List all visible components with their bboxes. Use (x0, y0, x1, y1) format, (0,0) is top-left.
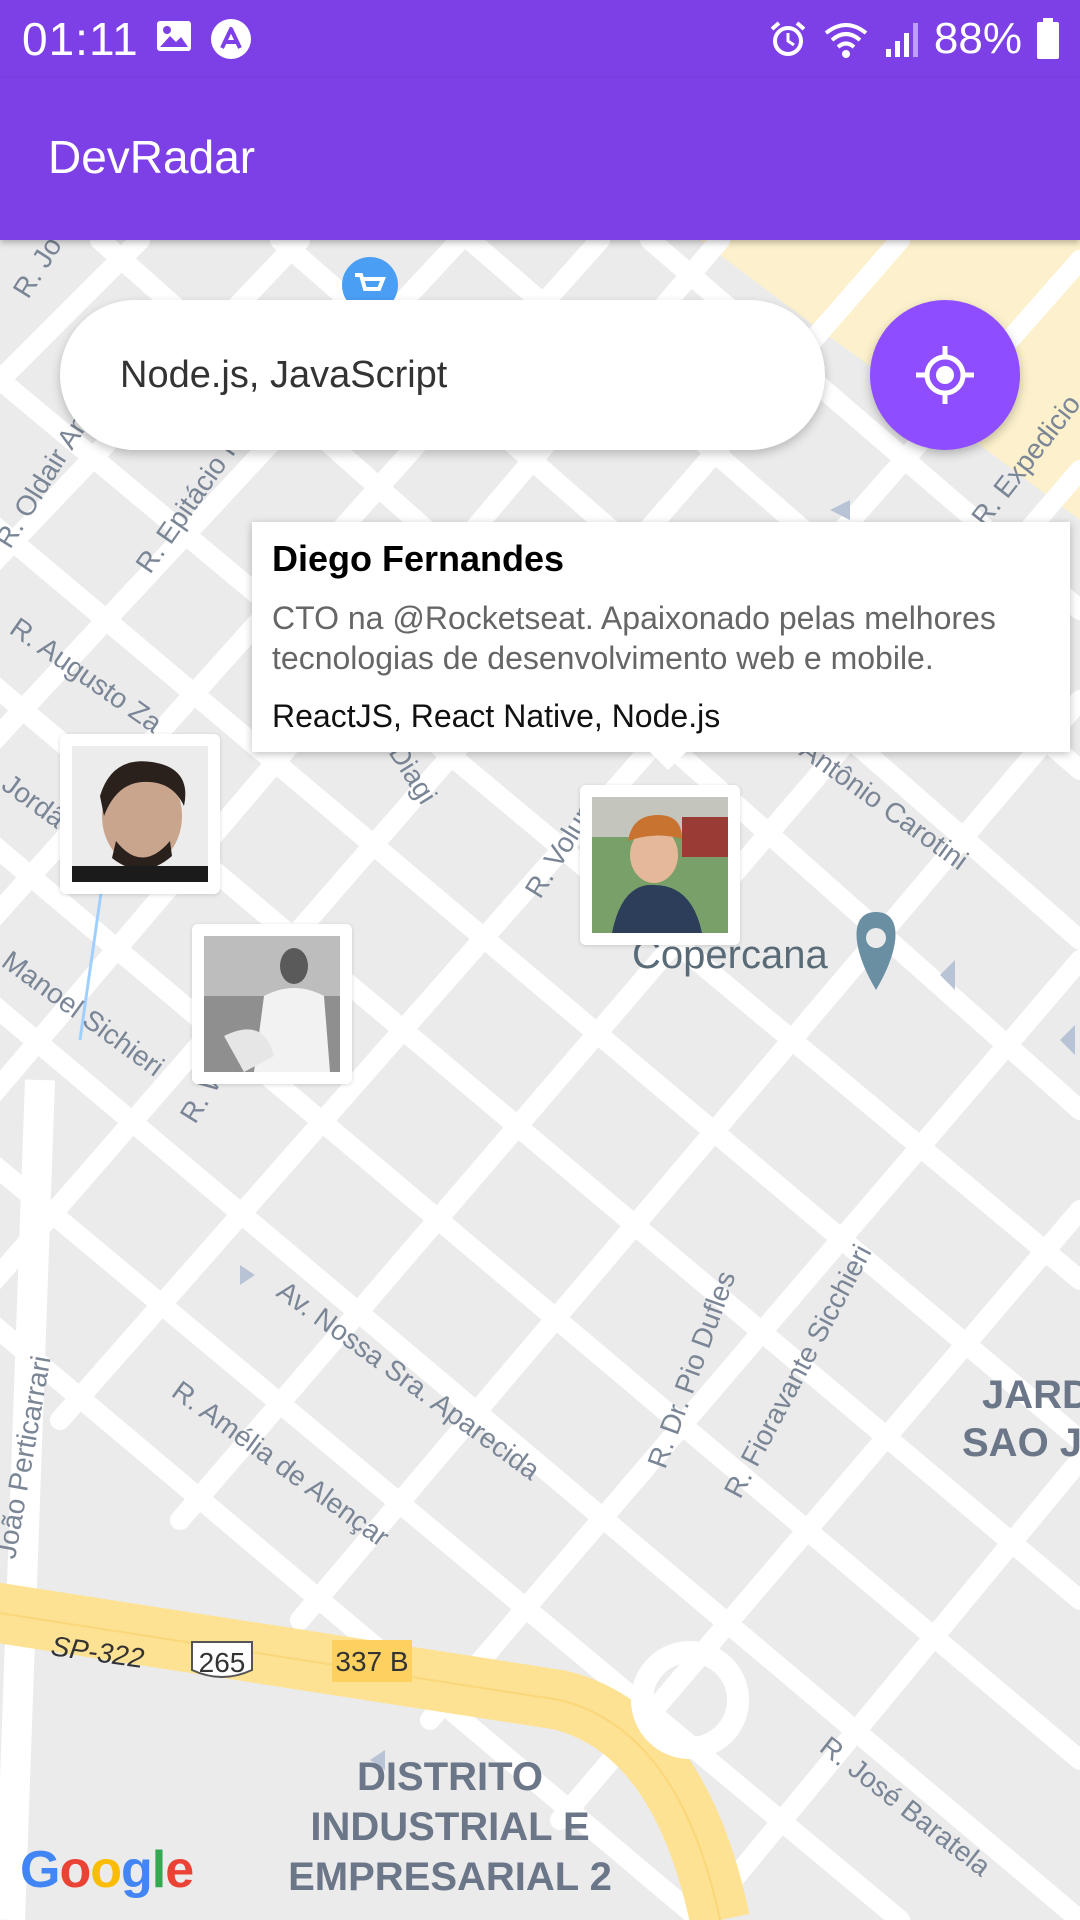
my-location-icon (916, 346, 974, 404)
svg-text:INDUSTRIAL E: INDUSTRIAL E (310, 1805, 589, 1849)
alarm-icon (770, 21, 806, 56)
dev-name: Diego Fernandes (272, 538, 565, 579)
status-time: 01:11 (22, 13, 139, 65)
svg-text:DISTRITO: DISTRITO (357, 1755, 543, 1799)
svg-text:JARD: JARD (982, 1373, 1080, 1417)
dev-bio: CTO na @Rocketseat. Apaixonado pelas mel… (272, 600, 996, 676)
dev-marker-avatar-selected[interactable] (580, 785, 740, 945)
dev-callout[interactable]: Diego Fernandes CTO na @Rocketseat. Apai… (252, 522, 1070, 770)
app-a-icon (211, 19, 251, 59)
map[interactable]: R. Jo R. Oldair Am R. Epitácio P R. Expe… (0, 240, 1080, 1920)
app-title: DevRadar (48, 131, 256, 183)
wifi-icon (824, 23, 868, 58)
svg-text:EMPRESARIAL 2: EMPRESARIAL 2 (288, 1855, 612, 1899)
svg-text:265: 265 (199, 1647, 246, 1678)
google-logo: Google (20, 1841, 194, 1899)
dev-marker-avatar[interactable] (192, 924, 352, 1084)
screen: 01:11 88% DevRadar R. Jo R. Oldair Am R.… (0, 0, 1080, 1920)
map-canvas[interactable]: R. Jo R. Oldair Am R. Epitácio P R. Expe… (0, 240, 1080, 1920)
dev-techs: ReactJS, React Native, Node.js (272, 698, 721, 734)
search-input[interactable] (120, 353, 825, 397)
battery-percent: 88% (933, 14, 1022, 63)
my-location-button[interactable] (870, 300, 1020, 450)
svg-text:337 B: 337 B (335, 1646, 408, 1677)
app-bar: DevRadar (0, 78, 1080, 240)
status-bar: 01:11 88% (0, 0, 1080, 78)
svg-text:SAO J: SAO J (962, 1421, 1080, 1465)
signal-icon (885, 23, 918, 57)
battery-icon (1037, 18, 1059, 59)
search-box[interactable] (60, 300, 825, 450)
status-right: 88% (768, 12, 1060, 66)
dev-marker-avatar[interactable] (60, 734, 220, 894)
image-icon (157, 21, 191, 51)
